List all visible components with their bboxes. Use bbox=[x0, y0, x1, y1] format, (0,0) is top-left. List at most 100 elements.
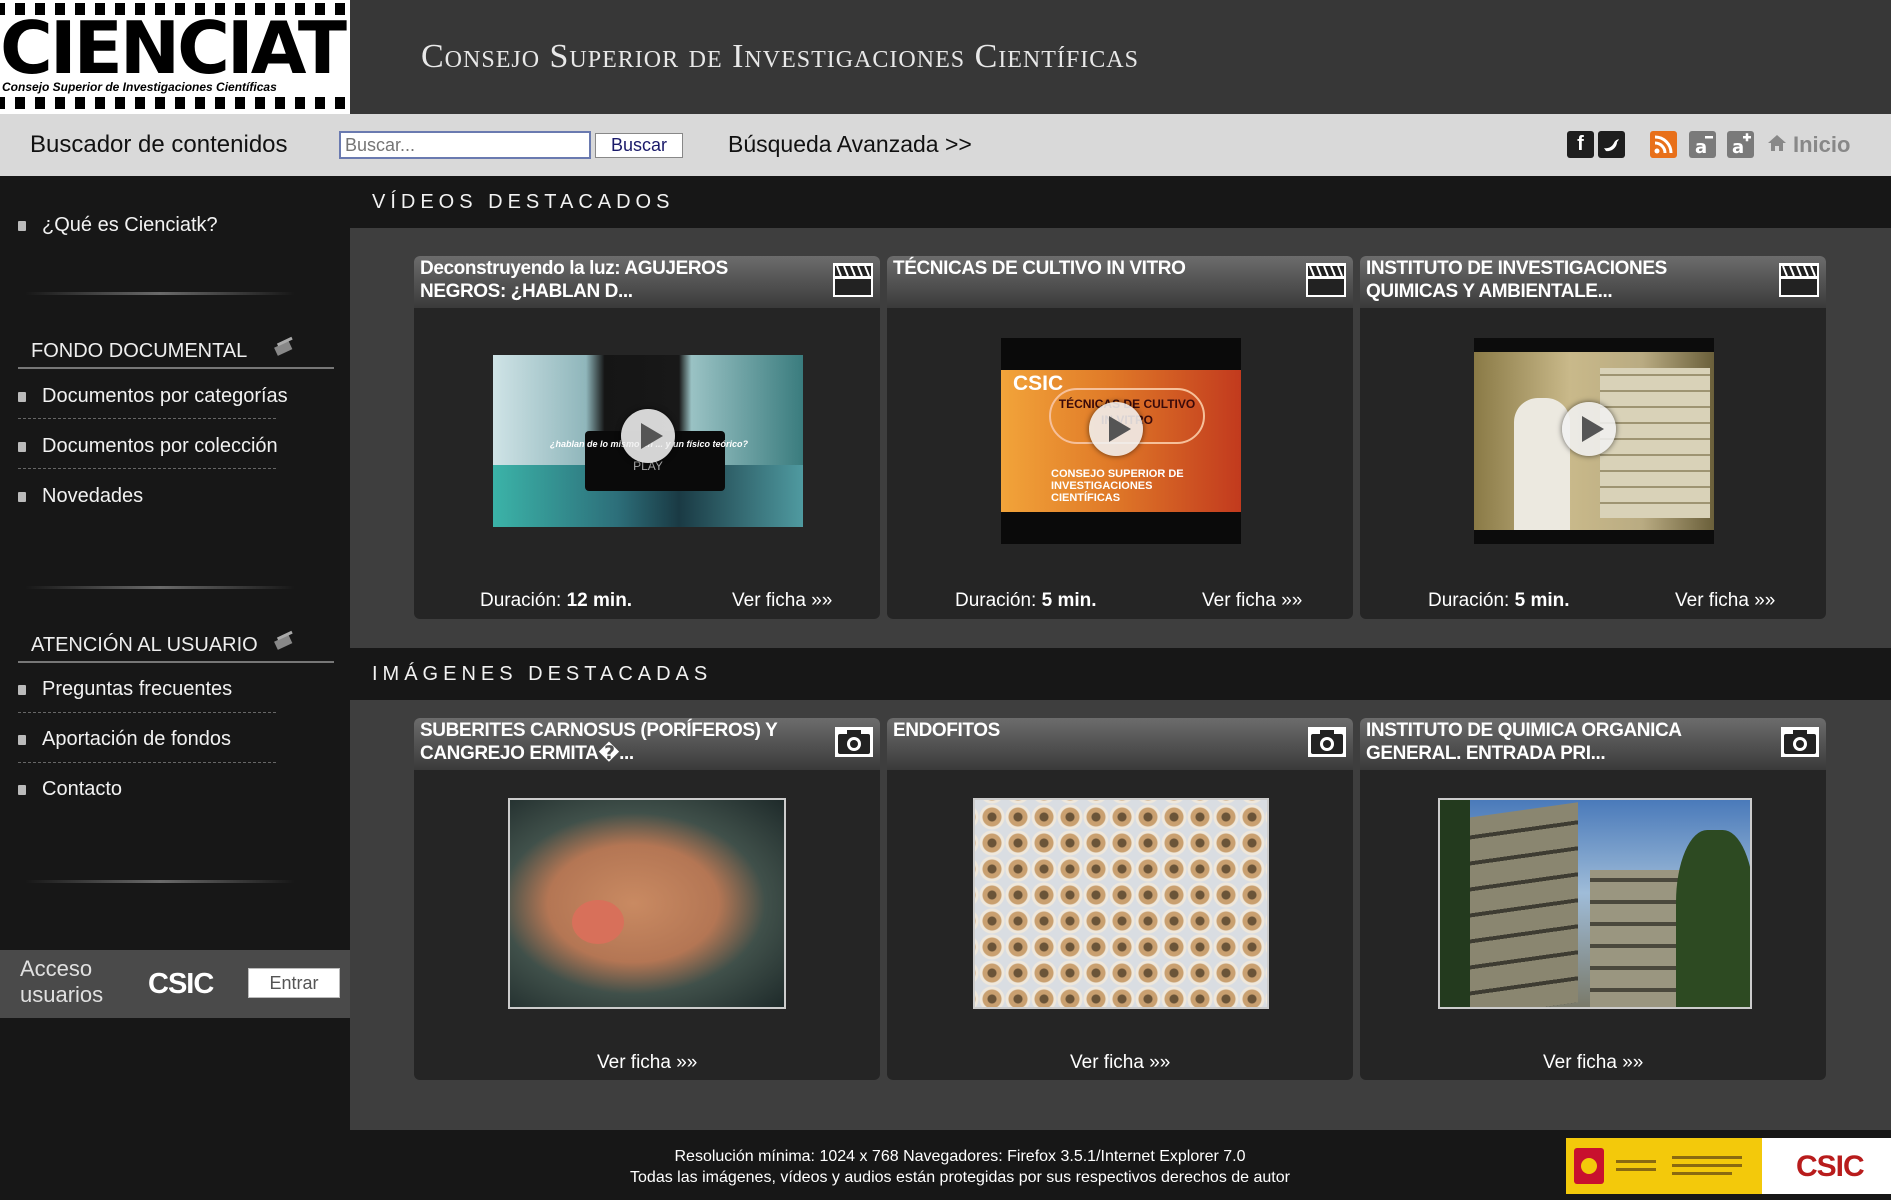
duration-value: 5 min. bbox=[1041, 590, 1097, 611]
csic-logo: CSIC bbox=[1796, 1150, 1865, 1183]
access-label-line: Acceso bbox=[20, 956, 93, 981]
logo-subtitle: Consejo Superior de Investigaciones Cien… bbox=[2, 80, 277, 94]
ver-ficha-link[interactable]: Ver ficha »» bbox=[1543, 1052, 1643, 1074]
card-title[interactable]: INSTITUTO DE QUIMICA ORGANICA GENERAL. EN… bbox=[1366, 719, 1766, 765]
card-title-line: GENERAL. ENTRADA PRI... bbox=[1366, 743, 1606, 764]
svg-text:a: a bbox=[1732, 137, 1744, 158]
font-increase-icon[interactable]: a bbox=[1727, 131, 1754, 158]
bullet-icon bbox=[18, 220, 26, 231]
books-icon bbox=[274, 630, 293, 650]
bullet-icon bbox=[18, 491, 26, 502]
sidebar-item-preguntas[interactable]: Preguntas frecuentes bbox=[18, 674, 232, 704]
ver-ficha-link[interactable]: Ver ficha »» bbox=[597, 1052, 697, 1074]
item-separator bbox=[18, 418, 276, 419]
film-strip-bottom bbox=[0, 97, 350, 109]
sidebar-item-que-es[interactable]: ¿Qué es Cienciatk? bbox=[18, 210, 218, 240]
bullet-icon bbox=[18, 784, 26, 795]
card-header: TÉCNICAS DE CULTIVO IN VITRO bbox=[887, 256, 1353, 308]
ver-ficha-link[interactable]: Ver ficha »» bbox=[732, 590, 832, 612]
ver-ficha-link[interactable]: Ver ficha »» bbox=[1675, 590, 1775, 612]
duration-label: Duración: bbox=[1428, 590, 1510, 611]
play-icon[interactable] bbox=[621, 409, 675, 463]
access-org: CSIC bbox=[148, 968, 214, 1000]
card-header: Deconstruyendo la luz: AGUJEROS NEGROS: ¿… bbox=[414, 256, 880, 308]
thumb-crab bbox=[572, 900, 624, 944]
sidebar-item-label: Aportación de fondos bbox=[42, 728, 232, 750]
camera-icon bbox=[1308, 727, 1346, 757]
twitter-icon[interactable] bbox=[1598, 131, 1625, 158]
sidebar-item-novedades[interactable]: Novedades bbox=[18, 481, 143, 511]
site-title: Consejo Superior de Investigaciones Cien… bbox=[421, 38, 1139, 75]
sidebar-item-label: Novedades bbox=[42, 485, 144, 507]
sidebar-divider bbox=[25, 586, 295, 589]
card-header: INSTITUTO DE QUIMICA ORGANICA GENERAL. EN… bbox=[1360, 718, 1826, 770]
rss-icon[interactable] bbox=[1650, 131, 1677, 158]
card-title[interactable]: TÉCNICAS DE CULTIVO IN VITRO bbox=[893, 257, 1293, 280]
cienciatk-logo[interactable]: CIENCIATK Consejo Superior de Investigac… bbox=[0, 0, 350, 114]
access-label: Acceso usuarios bbox=[20, 956, 103, 1008]
home-link[interactable]: Inicio bbox=[1793, 132, 1850, 158]
thumb-tree-left bbox=[1440, 800, 1470, 1007]
video-card[interactable]: TÉCNICAS DE CULTIVO IN VITRO CSIC TÉCNIC… bbox=[887, 256, 1353, 619]
footer: Resolución mínima: 1024 x 768 Navegadore… bbox=[350, 1130, 1891, 1200]
play-icon[interactable] bbox=[1562, 402, 1616, 456]
video-duration: Duración: 5 min. bbox=[1428, 590, 1570, 612]
sidebar-divider bbox=[25, 880, 295, 883]
sidebar-item-contacto[interactable]: Contacto bbox=[18, 774, 122, 804]
card-title[interactable]: Deconstruyendo la luz: AGUJEROS NEGROS: ¿… bbox=[420, 257, 820, 303]
ver-ficha-link[interactable]: Ver ficha »» bbox=[1202, 590, 1302, 612]
card-title-line: ENDOFITOS bbox=[893, 720, 1000, 741]
image-thumbnail[interactable] bbox=[508, 798, 786, 1009]
user-access-panel: Acceso usuarios CSIC Entrar bbox=[0, 950, 350, 1018]
card-title-line: TÉCNICAS DE CULTIVO IN VITRO bbox=[893, 258, 1186, 279]
search-input[interactable] bbox=[339, 131, 591, 159]
clapperboard-icon bbox=[1306, 263, 1346, 297]
footer-line: Resolución mínima: 1024 x 768 Navegadore… bbox=[674, 1148, 1246, 1165]
video-thumbnail[interactable]: CSIC TÉCNICAS DE CULTIVO IN VITRO CONSEJ… bbox=[1001, 338, 1241, 544]
card-title[interactable]: ENDOFITOS bbox=[893, 719, 1293, 742]
video-thumbnail[interactable] bbox=[1474, 338, 1714, 544]
advanced-search-link[interactable]: Búsqueda Avanzada >> bbox=[728, 131, 972, 158]
card-title[interactable]: SUBERITES CARNOSUS (PORÍFEROS) Y CANGREJO… bbox=[420, 719, 820, 765]
site-header: CIENCIATK Consejo Superior de Investigac… bbox=[0, 0, 1891, 114]
font-decrease-icon[interactable]: a bbox=[1689, 131, 1716, 158]
video-card[interactable]: INSTITUTO DE INVESTIGACIONES QUIMICAS Y A… bbox=[1360, 256, 1826, 619]
ver-ficha-link[interactable]: Ver ficha »» bbox=[1070, 1052, 1170, 1074]
image-card[interactable]: SUBERITES CARNOSUS (PORÍFEROS) Y CANGREJO… bbox=[414, 718, 880, 1080]
play-icon[interactable] bbox=[1089, 402, 1143, 456]
fondo-documental-heading: FONDO DOCUMENTAL bbox=[31, 340, 248, 362]
card-title-line: INSTITUTO DE QUIMICA ORGANICA bbox=[1366, 720, 1682, 741]
video-card[interactable]: Deconstruyendo la luz: AGUJEROS NEGROS: ¿… bbox=[414, 256, 880, 619]
section-underline bbox=[18, 367, 334, 369]
duration-label: Duración: bbox=[480, 590, 562, 611]
video-duration: Duración: 12 min. bbox=[480, 590, 632, 612]
main-content: VÍDEOS DESTACADOS Deconstruyendo la luz:… bbox=[350, 176, 1891, 1130]
card-title[interactable]: INSTITUTO DE INVESTIGACIONES QUIMICAS Y A… bbox=[1366, 257, 1766, 303]
card-title-line: NEGROS: ¿HABLAN D... bbox=[420, 281, 633, 302]
images-section-header: IMÁGENES DESTACADAS bbox=[350, 648, 1891, 700]
sidebar-item-label: Contacto bbox=[42, 778, 123, 800]
card-title-line: Deconstruyendo la luz: AGUJEROS bbox=[420, 258, 728, 279]
sidebar-item-aportacion[interactable]: Aportación de fondos bbox=[18, 724, 231, 754]
camera-icon bbox=[1781, 727, 1819, 757]
sidebar-item-coleccion[interactable]: Documentos por colección bbox=[18, 431, 278, 461]
image-card[interactable]: ENDOFITOS Ver ficha »» bbox=[887, 718, 1353, 1080]
card-title-line: QUIMICAS Y AMBIENTALE... bbox=[1366, 281, 1613, 302]
home-icon[interactable] bbox=[1767, 134, 1787, 152]
svg-text:a: a bbox=[1695, 137, 1707, 158]
image-thumbnail[interactable] bbox=[973, 798, 1269, 1009]
search-button[interactable]: Buscar bbox=[595, 133, 683, 158]
videos-section-title: VÍDEOS DESTACADOS bbox=[372, 191, 675, 213]
thumb-tree bbox=[1676, 830, 1750, 1007]
facebook-icon[interactable]: f bbox=[1567, 131, 1594, 158]
government-logos[interactable]: CSIC bbox=[1566, 1138, 1891, 1194]
atencion-usuario-heading: ATENCIÓN AL USUARIO bbox=[31, 634, 258, 656]
thumb-csic-vertical: CSIC bbox=[1013, 373, 1063, 394]
video-thumbnail[interactable]: ¿hablan de lo mismo un ... y un físico t… bbox=[493, 355, 803, 527]
login-button[interactable]: Entrar bbox=[248, 968, 340, 998]
sidebar-item-categorias[interactable]: Documentos por categorías bbox=[18, 381, 288, 411]
thumb-equipment bbox=[1600, 368, 1710, 518]
image-thumbnail[interactable] bbox=[1438, 798, 1752, 1009]
image-card[interactable]: INSTITUTO DE QUIMICA ORGANICA GENERAL. EN… bbox=[1360, 718, 1826, 1080]
sidebar-item-label: Documentos por categorías bbox=[42, 385, 288, 407]
